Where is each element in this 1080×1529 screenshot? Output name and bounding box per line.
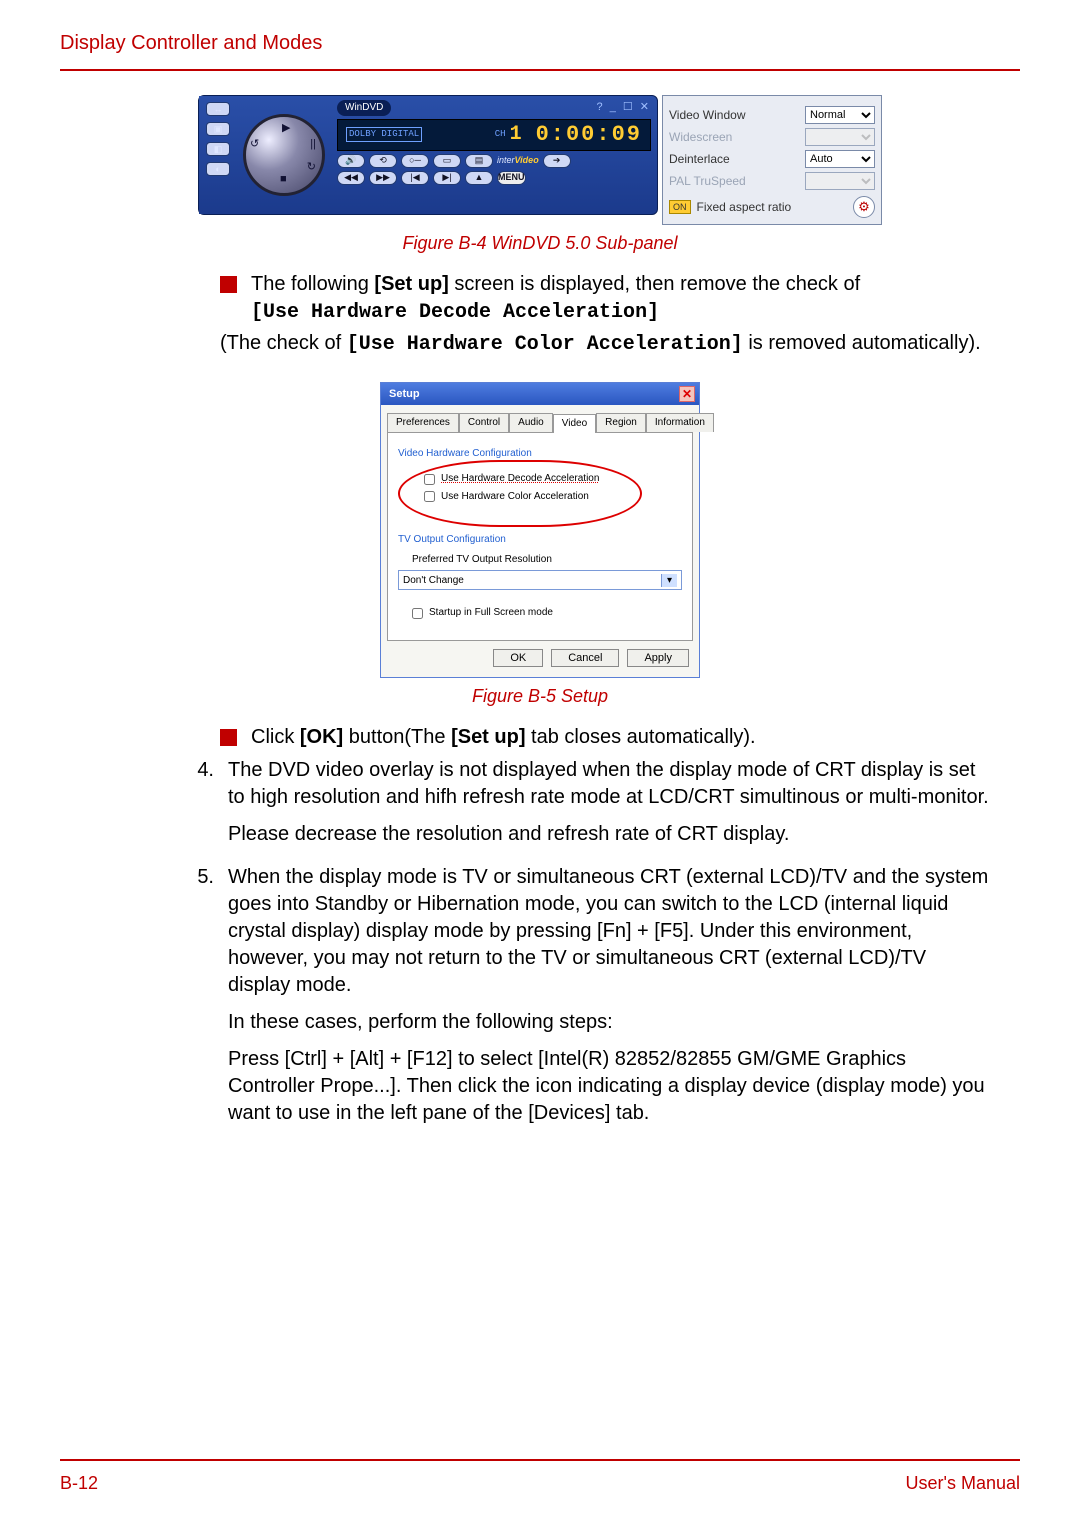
decode-accel-checkbox[interactable]: Use Hardware Decode Acceleration xyxy=(424,472,620,486)
video-window-row: Video Window Normal xyxy=(669,106,875,124)
next-btn[interactable]: ▶| xyxy=(433,171,461,185)
page-header: Display Controller and Modes xyxy=(60,30,1020,71)
highlight-ellipse: Use Hardware Decode Acceleration Use Har… xyxy=(398,460,642,527)
list-number: 4. xyxy=(190,757,214,858)
bullet-icon xyxy=(220,729,237,746)
deinterlace-select[interactable]: Auto xyxy=(805,150,875,168)
page-footer: B-12 User's Manual xyxy=(60,1459,1020,1495)
dial-pause-icon: || xyxy=(310,137,316,152)
dial-rev-icon: ↺ xyxy=(250,137,259,152)
widescreen-row: Widescreen xyxy=(669,128,875,146)
tab-region[interactable]: Region xyxy=(596,413,646,432)
menu-btn[interactable]: MENU xyxy=(497,171,526,185)
fullscreen-checkbox[interactable]: Startup in Full Screen mode xyxy=(412,606,682,620)
transport-btn[interactable]: ▤ xyxy=(465,154,493,168)
tab-information[interactable]: Information xyxy=(646,413,714,432)
vhc-group-label: Video Hardware Configuration xyxy=(398,447,682,461)
tab-control[interactable]: Control xyxy=(459,413,509,432)
side-btn[interactable]: ▣ xyxy=(206,122,230,136)
color-accel-checkbox[interactable]: Use Hardware Color Acceleration xyxy=(424,490,620,504)
apply-button[interactable]: Apply xyxy=(627,649,689,667)
tab-audio[interactable]: Audio xyxy=(509,413,553,432)
eject-btn[interactable]: ▲ xyxy=(465,171,493,185)
dial-play-icon: ▶ xyxy=(282,121,290,136)
player-left-buttons: ↔ ▣ ◧ ◐ xyxy=(199,96,237,214)
channel-label: CH xyxy=(495,128,506,140)
list-item-5: When the display mode is TV or simultane… xyxy=(228,864,990,1137)
rewind-btn[interactable]: ◀◀ xyxy=(337,171,365,185)
fastfwd-btn[interactable]: ▶▶ xyxy=(369,171,397,185)
window-controls[interactable]: ? _ ☐ ✕ xyxy=(597,100,651,115)
setup-dialog: Setup ✕ Preferences Control Audio Video … xyxy=(380,382,700,678)
deinterlace-row: Deinterlace Auto xyxy=(669,150,875,168)
expand-btn[interactable]: ➔ xyxy=(543,154,571,168)
tab-preferences[interactable]: Preferences xyxy=(387,413,459,432)
para-setup-instruction: The following [Set up] screen is display… xyxy=(251,271,860,326)
windvd-subpanel: ↔ ▣ ◧ ◐ ▶ || ■ ↺ ↻ WinDVD ? _ ☐ ✕ xyxy=(198,95,882,225)
transport-btn[interactable]: ○─ xyxy=(401,154,429,168)
player-lcd: DOLBY DIGITAL CH 1 0:00:09 xyxy=(337,119,651,151)
para-click-ok: Click [OK] button(The [Set up] tab close… xyxy=(251,724,756,751)
transport-btn[interactable]: ▭ xyxy=(433,154,461,168)
setting-label: Deinterlace xyxy=(669,151,730,167)
prev-btn[interactable]: |◀ xyxy=(401,171,429,185)
channel-number: 1 xyxy=(510,121,522,148)
windvd-brand: WinDVD xyxy=(337,100,391,116)
setting-label: Widescreen xyxy=(669,129,732,145)
page-number: B-12 xyxy=(60,1471,98,1495)
aspect-label: Fixed aspect ratio xyxy=(697,199,792,215)
playback-time: 0:00:09 xyxy=(536,120,642,150)
figure-caption-b4: Figure B-4 WinDVD 5.0 Sub-panel xyxy=(60,231,1020,255)
side-btn[interactable]: ◐ xyxy=(206,162,230,176)
dolby-icon: DOLBY DIGITAL xyxy=(346,127,422,141)
transport-btn[interactable]: ⟲ xyxy=(369,154,397,168)
widescreen-select xyxy=(805,128,875,146)
setting-label: PAL TruSpeed xyxy=(669,173,746,189)
subpanel-settings: Video Window Normal Widescreen Deinterla… xyxy=(662,95,882,225)
tv-output-select[interactable]: Don't Change ▾ xyxy=(398,570,682,590)
ok-button[interactable]: OK xyxy=(493,649,543,667)
side-btn[interactable]: ↔ xyxy=(206,102,230,116)
para-color-accel-note: (The check of [Use Hardware Color Accele… xyxy=(220,330,990,358)
setup-title: Setup xyxy=(389,387,420,402)
figure-caption-b5: Figure B-5 Setup xyxy=(60,684,1020,708)
pal-row: PAL TruSpeed xyxy=(669,172,875,190)
list-number: 5. xyxy=(190,864,214,1137)
video-window-select[interactable]: Normal xyxy=(805,106,875,124)
tv-group-label: TV Output Configuration xyxy=(398,533,682,547)
tab-video[interactable]: Video xyxy=(553,414,596,433)
on-badge: ON xyxy=(669,200,691,214)
setup-tabs: Preferences Control Audio Video Region I… xyxy=(381,405,699,432)
tv-output-value: Don't Change xyxy=(403,574,464,588)
vol-icon[interactable]: 🔊 xyxy=(337,154,365,168)
side-btn[interactable]: ◧ xyxy=(206,142,230,156)
dial-fwd-icon: ↻ xyxy=(307,160,316,175)
manual-label: User's Manual xyxy=(906,1471,1020,1495)
windvd-player: ↔ ▣ ◧ ◐ ▶ || ■ ↺ ↻ WinDVD ? _ ☐ ✕ xyxy=(198,95,658,215)
list-item-4: The DVD video overlay is not displayed w… xyxy=(228,757,990,858)
tv-pref-label: Preferred TV Output Resolution xyxy=(412,553,682,567)
jog-dial[interactable]: ▶ || ■ ↺ ↻ xyxy=(243,114,325,196)
chevron-down-icon: ▾ xyxy=(661,574,677,588)
cancel-button[interactable]: Cancel xyxy=(551,649,619,667)
close-icon[interactable]: ✕ xyxy=(679,386,695,402)
setting-label: Video Window xyxy=(669,107,746,123)
pal-select xyxy=(805,172,875,190)
gear-icon[interactable]: ⚙ xyxy=(853,196,875,218)
bullet-icon xyxy=(220,276,237,293)
intervideo-logo: interVideo xyxy=(497,154,539,166)
dial-stop-icon: ■ xyxy=(280,172,287,187)
